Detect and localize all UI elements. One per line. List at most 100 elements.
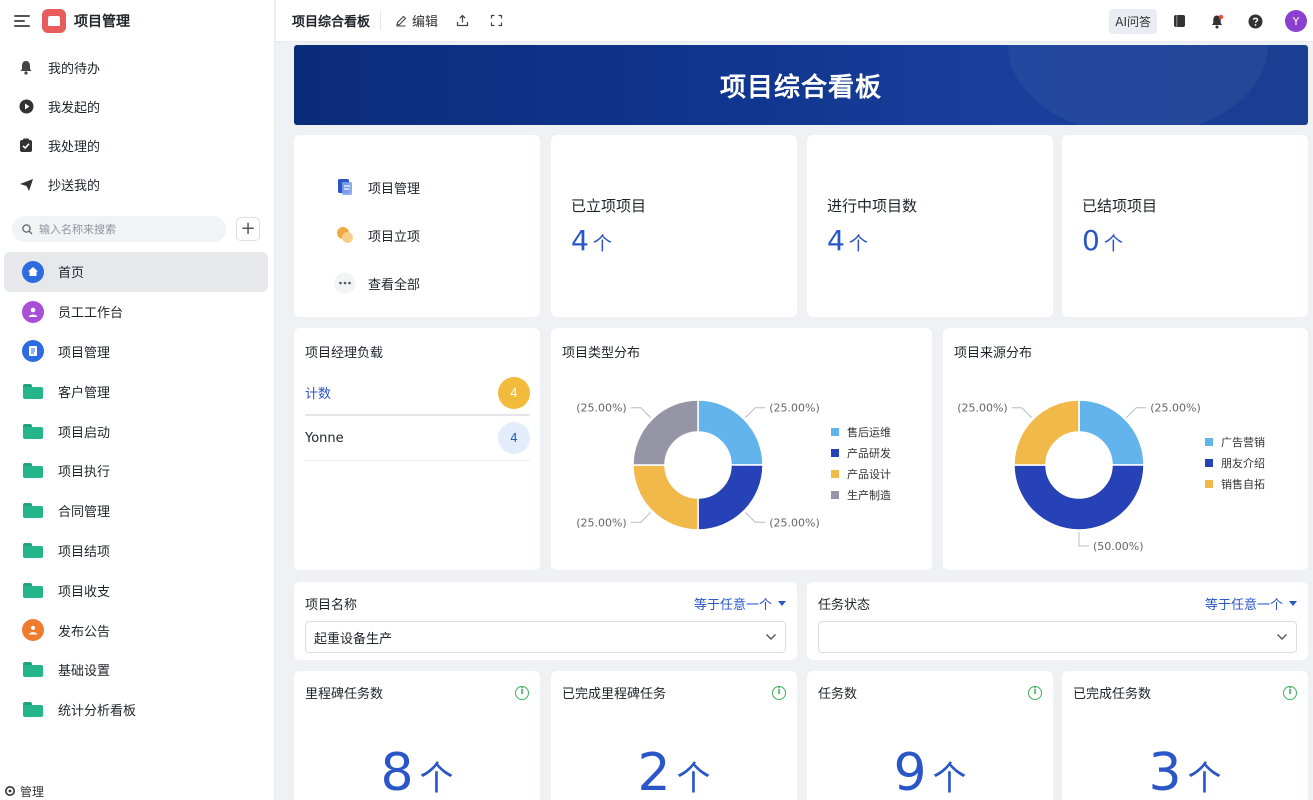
- ai-qa-button[interactable]: AI问答: [1109, 8, 1157, 34]
- slice-percent-label: (50.00%): [1093, 540, 1144, 553]
- search-input[interactable]: 输入名称来搜索: [12, 216, 226, 242]
- filter-operator-dropdown[interactable]: 等于任意一个: [1205, 594, 1297, 613]
- nav-item-analytics-dashboard[interactable]: 统计分析看板: [4, 690, 268, 730]
- app-logo-icon: [42, 9, 66, 33]
- slice-percent-label: (25.00%): [576, 516, 627, 529]
- nav-item-project-kickoff[interactable]: 项目启动: [4, 411, 268, 451]
- label-leader-line: [1078, 532, 1089, 547]
- nav-item-project-finance[interactable]: 项目收支: [4, 570, 268, 610]
- slice-percent-label: (25.00%): [769, 402, 820, 415]
- app-title: 项目管理: [74, 14, 130, 30]
- notification-icon[interactable]: [1209, 13, 1225, 29]
- share-button[interactable]: [456, 14, 474, 27]
- add-button[interactable]: +: [236, 217, 260, 241]
- kpi-unit: 个: [676, 759, 711, 799]
- quick-item-label: 我处理的: [48, 140, 101, 155]
- manager-load-card: 项目经理负载 计数 4 Yonne 4: [294, 328, 540, 570]
- label-leader-line: [630, 407, 651, 418]
- nav-item-announcements[interactable]: 发布公告: [4, 610, 268, 650]
- nav-item-label: 统计分析看板: [58, 704, 137, 720]
- quick-access: 我的待办 我发起的 我处理的 抄送我的: [0, 42, 274, 204]
- edit-button[interactable]: 编辑: [395, 11, 438, 30]
- quick-item-todo[interactable]: 我的待办: [0, 48, 274, 87]
- nav-item-home[interactable]: 首页: [4, 252, 268, 292]
- legend-label[interactable]: 售后运维: [847, 425, 891, 439]
- legend-swatch: [1205, 459, 1213, 467]
- stat-value: 4个: [571, 224, 797, 257]
- help-icon[interactable]: [1247, 13, 1263, 29]
- manager-load-row-total[interactable]: 计数 4: [305, 371, 530, 416]
- menu-icon[interactable]: [14, 15, 30, 27]
- nav-item-label: 基础设置: [58, 664, 111, 680]
- person-icon: [22, 300, 44, 323]
- link-project-management[interactable]: 项目管理: [334, 163, 540, 211]
- page-title: 项目综合看板: [292, 11, 382, 30]
- project-source-chart-card: 项目来源分布 (25.00%) (50.00%) (25.00%) 广告营销 朋友介绍销…: [943, 328, 1308, 570]
- row-label: 计数: [305, 387, 332, 402]
- kpi-unit: 个: [419, 759, 454, 799]
- info-icon[interactable]: i: [772, 685, 786, 700]
- kpi-number: 2: [637, 743, 671, 800]
- project-type-donut-chart: (25.00%) (25.00%) (25.00%) (25.00%) 售后运维产品研发…: [576, 399, 891, 531]
- pencil-icon: [396, 15, 407, 26]
- nav-item-label: 首页: [58, 266, 85, 282]
- donut-slice[interactable]: [1013, 464, 1145, 531]
- nav-item-project-closing[interactable]: 项目结项: [4, 531, 268, 571]
- nav-item-project-execution[interactable]: 项目执行: [4, 451, 268, 491]
- search-placeholder: 输入名称来搜索: [39, 223, 116, 236]
- quick-item-initiated[interactable]: 我发起的: [0, 87, 274, 126]
- label-leader-line: [630, 512, 651, 523]
- quick-item-label: 我的待办: [48, 62, 101, 77]
- play-circle-icon: [18, 99, 34, 115]
- kpi-number: 8: [380, 743, 414, 800]
- quick-item-cc[interactable]: 抄送我的: [0, 165, 274, 204]
- stat-value: 0个: [1082, 224, 1308, 257]
- link-label: 查看全部: [368, 277, 421, 293]
- legend-label[interactable]: 生产制造: [847, 488, 891, 502]
- manager-load-row[interactable]: Yonne 4: [305, 416, 530, 461]
- filter-operator-dropdown[interactable]: 等于任意一个: [694, 594, 786, 613]
- nav-item-project-management[interactable]: 项目管理: [4, 332, 268, 372]
- stat-label: 已立项项目: [571, 197, 647, 215]
- book-icon[interactable]: [1171, 13, 1187, 29]
- stat-card-in-progress: 进行中项目数 4个: [807, 135, 1053, 317]
- sidebar-footer[interactable]: 管理: [0, 782, 275, 800]
- folder-icon: [22, 460, 44, 482]
- kpi-value: 2个: [551, 747, 797, 799]
- task-status-select[interactable]: [818, 621, 1297, 653]
- link-view-all[interactable]: 查看全部: [334, 259, 540, 307]
- link-project-approval[interactable]: 项目立项: [334, 211, 540, 259]
- info-icon[interactable]: i: [515, 685, 529, 700]
- kpi-label: 任务数: [818, 687, 858, 702]
- kpi-label: 里程碑任务数: [305, 687, 384, 702]
- nav-item-contract-management[interactable]: 合同管理: [4, 491, 268, 531]
- fullscreen-button[interactable]: [490, 14, 508, 27]
- legend-label[interactable]: 广告营销: [1221, 435, 1265, 449]
- quick-item-handled[interactable]: 我处理的: [0, 126, 274, 165]
- gear-icon: [5, 786, 15, 796]
- project-type-chart-card: 项目类型分布 (25.00%) (25.00%) (25.00%) (25.00%) 售…: [551, 328, 932, 570]
- legend-label[interactable]: 销售自拓: [1221, 477, 1265, 491]
- folder-icon: [22, 699, 44, 721]
- legend-swatch: [1205, 480, 1213, 488]
- nav-item-employee-workbench[interactable]: 员工工作台: [4, 292, 268, 332]
- stat-number: 4: [827, 224, 845, 257]
- legend-label[interactable]: 产品研发: [847, 446, 891, 460]
- avatar[interactable]: Y: [1285, 10, 1307, 32]
- nav-item-customer-management[interactable]: 客户管理: [4, 371, 268, 411]
- sidebar-footer-label: 管理: [20, 784, 45, 799]
- legend-swatch: [831, 470, 839, 478]
- info-icon[interactable]: i: [1028, 685, 1042, 700]
- legend-swatch: [831, 449, 839, 457]
- nav-item-basic-settings[interactable]: 基础设置: [4, 650, 268, 690]
- info-icon[interactable]: i: [1283, 685, 1297, 700]
- legend-label[interactable]: 产品设计: [847, 467, 891, 481]
- slice-percent-label: (25.00%): [576, 402, 627, 415]
- count-badge: 4: [498, 376, 530, 409]
- sidebar: 项目管理 我的待办 我发起的 我处理的 抄送我的 输入名称来搜索 + 首页 员工…: [0, 0, 275, 800]
- fullscreen-icon: [490, 14, 503, 27]
- project-name-select[interactable]: 起重设备生产: [305, 621, 786, 653]
- legend-label[interactable]: 朋友介绍: [1221, 456, 1265, 470]
- dashboard-main: 项目综合看板 项目管理 项目立项 查看全部 已立项项目 4个 进行中项目数 4个: [276, 43, 1313, 800]
- nav-item-label: 客户管理: [58, 385, 111, 401]
